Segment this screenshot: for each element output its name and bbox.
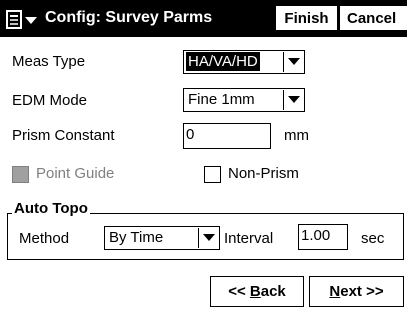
back-accelerator: B [249,283,261,300]
next-label: ext >> [340,283,384,300]
title-bar: Config: Survey Parms Finish Cancel [0,0,407,37]
next-button[interactable]: Next >> [309,276,404,307]
point-guide-checkbox[interactable] [12,166,29,183]
meas-type-value: HA/VA/HD [186,52,260,71]
prism-constant-unit: mm [284,127,309,144]
interval-input[interactable]: 1.00 [298,224,348,250]
start-menu-icon [6,10,37,29]
point-guide-label: Point Guide [36,165,115,182]
start-menu-button[interactable] [6,10,40,30]
finish-button[interactable]: Finish [276,6,337,30]
prism-constant-label: Prism Constant [12,127,115,144]
edm-mode-label: EDM Mode [12,92,88,109]
auto-topo-title: Auto Topo [12,200,90,217]
prism-constant-input[interactable]: 0 [183,123,271,149]
back-prefix: << [228,283,250,300]
non-prism-label: Non-Prism [228,165,299,182]
back-label: ack [260,283,286,300]
interval-unit: sec [361,230,385,247]
chevron-down-icon[interactable] [198,228,218,248]
meas-type-label: Meas Type [12,53,86,70]
back-button[interactable]: << Back [210,276,304,307]
cancel-button[interactable]: Cancel [340,6,407,30]
chevron-down-icon[interactable] [283,90,303,110]
edm-mode-value: Fine 1mm [188,91,255,108]
method-dropdown[interactable]: By Time [104,226,220,250]
chevron-down-icon[interactable] [283,52,303,72]
meas-type-dropdown[interactable]: HA/VA/HD [183,50,305,74]
next-accelerator: N [329,283,341,300]
method-label: Method [19,230,70,247]
window-title: Config: Survey Parms [45,9,213,26]
interval-label: Interval [224,230,274,247]
method-value: By Time [109,229,164,246]
edm-mode-dropdown[interactable]: Fine 1mm [183,88,305,112]
non-prism-checkbox[interactable] [204,166,221,183]
